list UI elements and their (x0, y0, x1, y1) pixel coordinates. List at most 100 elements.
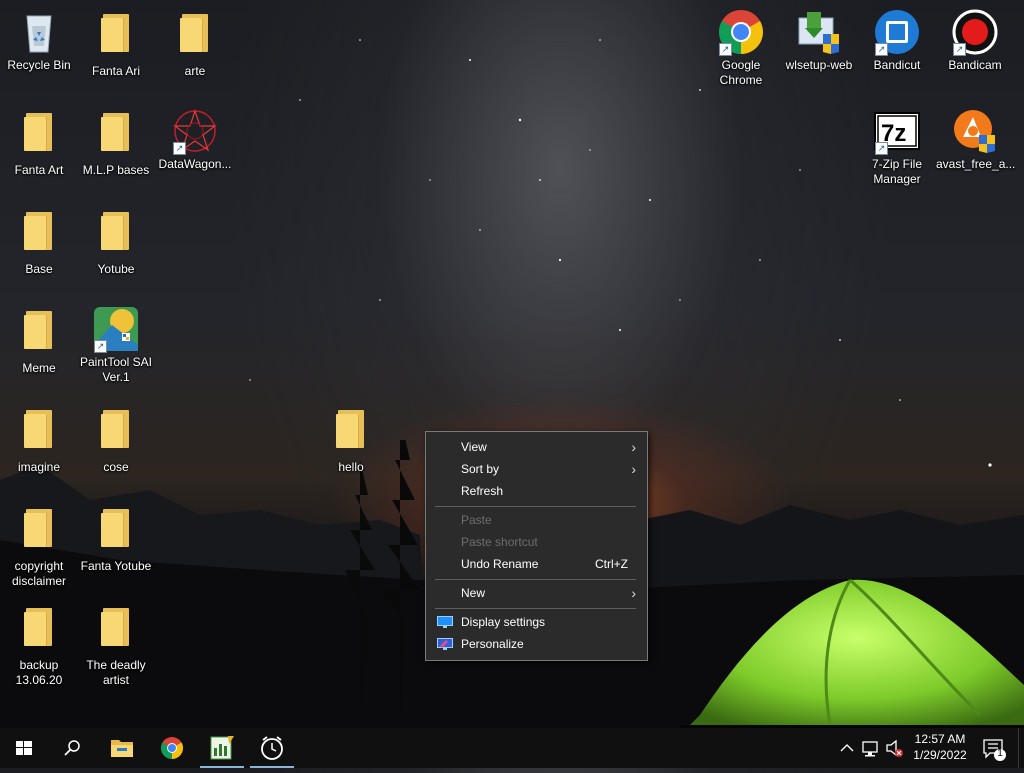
menu-item-shortcut: Ctrl+Z (595, 557, 628, 571)
desktop-icon-label: Meme (22, 361, 56, 375)
network-icon (862, 741, 878, 757)
desktop-icon-wlsetup-web[interactable]: wlsetup-web (780, 8, 858, 73)
desktop-icon-label: Google Chrome (719, 58, 763, 87)
desktop-icon-avast[interactable]: avast_free_a... (936, 107, 1016, 172)
desktop-icon-meme[interactable]: Meme (0, 305, 78, 376)
menu-item-label: Display settings (461, 615, 546, 629)
desktop-icon-label: Fanta Art (14, 163, 64, 177)
desktop-icon-label: Fanta Yotube (80, 559, 152, 573)
menu-item-new[interactable]: New › (427, 582, 646, 604)
desktop-icon-label: wlsetup-web (785, 58, 853, 72)
menu-item-label: Paste (461, 513, 492, 527)
desktop-icon-backup[interactable]: backup 13.06.20 (0, 602, 78, 688)
folder-icon (101, 14, 131, 52)
file-explorer-icon (111, 740, 133, 757)
shortcut-arrow-icon: ↗ (719, 43, 732, 56)
paint-app-icon (210, 736, 234, 760)
desktop-icon-mlp-bases[interactable]: M.L.P bases (77, 107, 155, 178)
folder-icon (24, 311, 54, 349)
desktop-icon-cose[interactable]: cose (77, 404, 155, 475)
desktop-icon-label: M.L.P bases (82, 163, 150, 177)
show-hidden-icons-button[interactable] (836, 728, 858, 768)
menu-item-personalize[interactable]: Personalize (427, 633, 646, 655)
desktop-icon-fanta-ari[interactable]: Fanta Ari (77, 8, 155, 79)
desktop-icon-label: Base (25, 262, 53, 276)
menu-item-label: New (461, 586, 486, 600)
desktop-icon-7zip[interactable]: 7z ↗ 7-Zip File Manager (858, 107, 936, 187)
shortcut-arrow-icon: ↗ (875, 142, 888, 155)
taskbar-alarms-clock[interactable] (248, 728, 296, 768)
desktop-icon-label: Yotube (97, 262, 135, 276)
personalize-icon (437, 638, 453, 650)
shortcut-arrow-icon: ↗ (94, 340, 107, 353)
taskbar-file-explorer[interactable] (98, 728, 146, 768)
menu-item-display-settings[interactable]: Display settings (427, 611, 646, 633)
folder-icon (24, 113, 54, 151)
folder-icon (101, 113, 131, 151)
desktop-icon-label: imagine (17, 460, 61, 474)
wallpaper-green-tent (680, 578, 1024, 730)
taskbar-paint-app[interactable] (198, 728, 246, 768)
desktop-icon-arte[interactable]: arte (156, 8, 234, 79)
menu-item-refresh[interactable]: Refresh (427, 480, 646, 502)
chevron-up-icon (840, 744, 854, 752)
menu-item-sort-by[interactable]: Sort by › (427, 458, 646, 480)
desktop-icon-label: The deadly artist (86, 658, 146, 687)
desktop-icon-base[interactable]: Base (0, 206, 78, 277)
taskbar-clock[interactable]: 12:57 AM 1/29/2022 (906, 731, 974, 763)
desktop-icon-recycle-bin[interactable]: Recycle Bin (0, 8, 78, 73)
shortcut-arrow-icon: ↗ (173, 142, 186, 155)
desktop-icon-imagine[interactable]: imagine (0, 404, 78, 475)
desktop-icon-hello[interactable]: hello (312, 404, 390, 475)
desktop-icon-painttool-sai[interactable]: ↗ PaintTool SAI Ver.1 (77, 305, 155, 385)
folder-icon (180, 14, 210, 52)
desktop-icon-label: Fanta Ari (91, 64, 141, 78)
notification-count: 1 (997, 748, 1003, 759)
start-button[interactable] (0, 728, 48, 768)
desktop-icon-bandicut[interactable]: ↗ Bandicut (858, 8, 936, 73)
network-status-button[interactable] (860, 728, 882, 768)
menu-item-label: Sort by (461, 462, 500, 476)
menu-item-view[interactable]: View › (427, 436, 646, 458)
menu-item-label: Personalize (461, 637, 524, 651)
desktop-icon-datawagon[interactable]: ↗ DataWagon... (156, 107, 234, 172)
display-icon (437, 616, 453, 628)
menu-item-label: Undo Rename (461, 557, 539, 571)
chevron-right-icon: › (631, 439, 636, 455)
desktop-icon-the-deadly-artist[interactable]: The deadly artist (77, 602, 155, 688)
avast-icon (954, 110, 995, 153)
desktop-icon-label: copyright disclaimer (11, 559, 66, 588)
desktop-icon-copyright-disclaimer[interactable]: copyright disclaimer (0, 503, 78, 589)
folder-icon (101, 509, 131, 547)
clock-time: 12:57 AM (914, 732, 966, 746)
desktop-icon-bandicam[interactable]: ↗ Bandicam (936, 8, 1014, 73)
show-desktop-button[interactable] (1018, 728, 1024, 768)
desktop-icon-label: backup 13.06.20 (15, 658, 63, 687)
taskbar-chrome[interactable] (148, 728, 196, 768)
menu-separator (435, 506, 636, 507)
desktop-icon-fanta-yotube[interactable]: Fanta Yotube (77, 503, 155, 574)
desktop-icon-label: Bandicam (948, 58, 1002, 72)
folder-icon (101, 410, 131, 448)
desktop-icon-yotube[interactable]: Yotube (77, 206, 155, 277)
search-button[interactable] (48, 728, 96, 768)
menu-item-undo-rename[interactable]: Undo Rename Ctrl+Z (427, 553, 646, 575)
menu-item-label: View (461, 440, 487, 454)
menu-item-label: Paste shortcut (461, 535, 538, 549)
desktop-icon-label: avast_free_a... (936, 157, 1016, 171)
desktop-icon-google-chrome[interactable]: ↗ Google Chrome (702, 8, 780, 88)
folder-icon (24, 608, 54, 646)
desktop-context-menu: View › Sort by › Refresh Paste Paste sho… (425, 431, 648, 661)
menu-item-paste: Paste (427, 509, 646, 531)
folder-icon (24, 509, 54, 547)
desktop-icon-fanta-art[interactable]: Fanta Art (0, 107, 78, 178)
menu-separator (435, 608, 636, 609)
volume-button[interactable] (884, 728, 906, 768)
shortcut-arrow-icon: ↗ (875, 43, 888, 56)
installer-icon (798, 12, 839, 54)
menu-item-label: Refresh (461, 484, 504, 498)
action-center-button[interactable]: 1 (978, 728, 1010, 768)
search-icon (64, 740, 80, 756)
alarm-clock-icon (261, 736, 283, 760)
desktop-icon-label: PaintTool SAI Ver.1 (79, 355, 153, 384)
